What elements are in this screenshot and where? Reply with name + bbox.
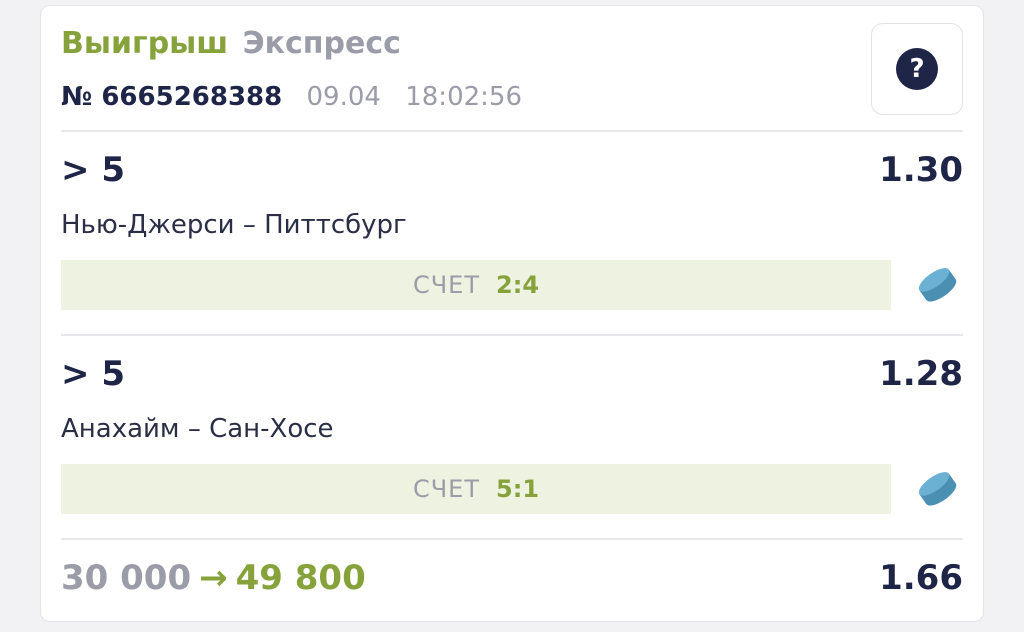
- score-value: 2:4: [496, 271, 540, 299]
- event-match: Нью-Джерси – Питтсбург: [61, 210, 407, 240]
- divider: [61, 130, 963, 132]
- ticket-number: № 6665268388: [61, 82, 283, 112]
- event-condition: > 5: [61, 354, 125, 394]
- help-button[interactable]: ?: [871, 23, 963, 115]
- event-row: > 5 1.28 Анахайм – Сан-Хосе СЧЕТ 5:1: [61, 344, 963, 534]
- event-match: Анахайм – Сан-Хосе: [61, 414, 334, 444]
- bet-ticket-card: Выигрыш Экспресс № 6665268388 09.04 18:0…: [40, 5, 984, 622]
- ticket-summary: 30 000 → 49 800 1.66: [61, 556, 963, 606]
- score-label: СЧЕТ: [412, 271, 481, 299]
- arrow-right-icon: →: [199, 558, 228, 598]
- event-condition: > 5: [61, 150, 125, 190]
- total-odds: 1.66: [879, 558, 963, 598]
- hockey-puck-icon: [918, 268, 957, 302]
- stake-line: 30 000 → 49 800: [61, 558, 366, 598]
- ticket-meta: № 6665268388 09.04 18:02:56: [61, 80, 522, 114]
- hockey-puck-icon: [918, 472, 957, 506]
- event-odds: 1.28: [879, 354, 963, 394]
- divider: [61, 538, 963, 540]
- event-odds: 1.30: [879, 150, 963, 190]
- stake-amount: 30 000: [61, 558, 192, 598]
- question-mark-icon: ?: [896, 48, 938, 90]
- ticket-status: Выигрыш: [61, 26, 229, 61]
- ticket-type: Экспресс: [242, 26, 401, 61]
- ticket-title: Выигрыш Экспресс: [61, 24, 522, 64]
- score-label: СЧЕТ: [412, 475, 481, 503]
- ticket-header: Выигрыш Экспресс № 6665268388 09.04 18:0…: [61, 24, 522, 114]
- divider: [61, 334, 963, 336]
- payout-amount: 49 800: [235, 558, 366, 598]
- event-row: > 5 1.30 Нью-Джерси – Питтсбург СЧЕТ 2:4: [61, 140, 963, 330]
- ticket-date: 09.04: [306, 82, 381, 112]
- ticket-time: 18:02:56: [405, 82, 522, 112]
- score-bar: СЧЕТ 5:1: [61, 464, 891, 514]
- score-bar: СЧЕТ 2:4: [61, 260, 891, 310]
- score-value: 5:1: [496, 475, 540, 503]
